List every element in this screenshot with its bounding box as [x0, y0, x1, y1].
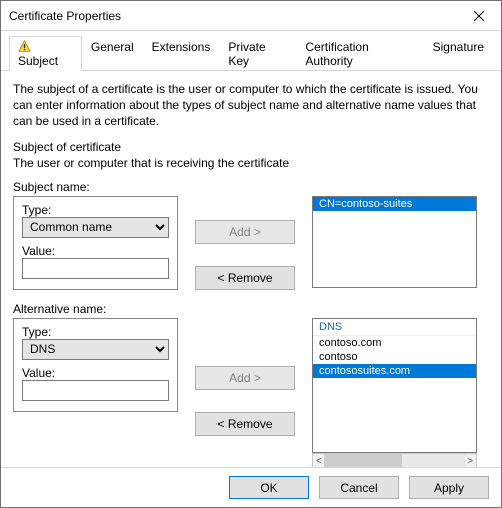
- subject-remove-button[interactable]: < Remove: [195, 266, 295, 290]
- tab-extensions[interactable]: Extensions: [143, 36, 220, 71]
- alt-list-header: DNS: [313, 319, 476, 336]
- close-button[interactable]: [456, 1, 501, 30]
- list-item[interactable]: contososuites.com: [313, 364, 476, 378]
- description-text: The subject of a certificate is the user…: [13, 81, 489, 130]
- warning-icon: [18, 40, 31, 53]
- tab-cert-authority[interactable]: Certification Authority: [296, 36, 423, 71]
- subject-type-label: Type:: [22, 203, 169, 217]
- subject-name-heading: Subject name:: [13, 180, 489, 194]
- alt-value-label: Value:: [22, 366, 169, 380]
- tab-content: The subject of a certificate is the user…: [1, 71, 501, 478]
- tab-subject[interactable]: Subject: [9, 36, 82, 71]
- alt-type-select[interactable]: DNS: [22, 339, 169, 360]
- close-icon: [474, 11, 484, 21]
- scroll-left-icon[interactable]: <: [316, 456, 322, 467]
- alt-name-group: Type: DNS Value:: [13, 318, 178, 412]
- tab-strip: Subject General Extensions Private Key C…: [1, 31, 501, 71]
- ok-button[interactable]: OK: [229, 476, 309, 499]
- tab-label: Certification Authority: [305, 40, 368, 68]
- titlebar: Certificate Properties: [1, 1, 501, 31]
- alt-add-button[interactable]: Add >: [195, 366, 295, 390]
- tab-label: Extensions: [152, 40, 211, 54]
- alt-name-heading: Alternative name:: [13, 302, 489, 316]
- section-subtitle: The user or computer that is receiving t…: [13, 156, 489, 170]
- tab-label: Signature: [433, 40, 484, 54]
- section-title: Subject of certificate: [13, 140, 489, 154]
- tab-label: Private Key: [228, 40, 265, 68]
- list-item[interactable]: contoso.com: [313, 336, 476, 350]
- tab-general[interactable]: General: [82, 36, 143, 71]
- window-title: Certificate Properties: [9, 9, 121, 23]
- subject-add-button[interactable]: Add >: [195, 220, 295, 244]
- subject-type-select[interactable]: Common name: [22, 217, 169, 238]
- alt-value-input[interactable]: [22, 380, 169, 401]
- alt-listbox[interactable]: DNS contoso.com contoso contososuites.co…: [312, 318, 477, 453]
- alt-remove-button[interactable]: < Remove: [195, 412, 295, 436]
- tab-label: Subject: [18, 54, 58, 68]
- list-item[interactable]: contoso: [313, 350, 476, 364]
- subject-listbox[interactable]: CN=contoso-suites: [312, 196, 477, 288]
- subject-name-group: Type: Common name Value:: [13, 196, 178, 290]
- tab-private-key[interactable]: Private Key: [219, 36, 296, 71]
- alt-name-row: Type: DNS Value: Add > < Remove DNS cont…: [13, 318, 489, 470]
- alt-type-label: Type:: [22, 325, 169, 339]
- apply-button[interactable]: Apply: [409, 476, 489, 499]
- tab-signature[interactable]: Signature: [424, 36, 493, 71]
- subject-name-row: Type: Common name Value: Add > < Remove …: [13, 196, 489, 290]
- subject-value-label: Value:: [22, 244, 169, 258]
- subject-value-input[interactable]: [22, 258, 169, 279]
- cancel-button[interactable]: Cancel: [319, 476, 399, 499]
- tab-label: General: [91, 40, 134, 54]
- dialog-footer: OK Cancel Apply: [1, 467, 501, 507]
- list-item[interactable]: CN=contoso-suites: [313, 197, 476, 211]
- scroll-right-icon[interactable]: >: [467, 456, 473, 467]
